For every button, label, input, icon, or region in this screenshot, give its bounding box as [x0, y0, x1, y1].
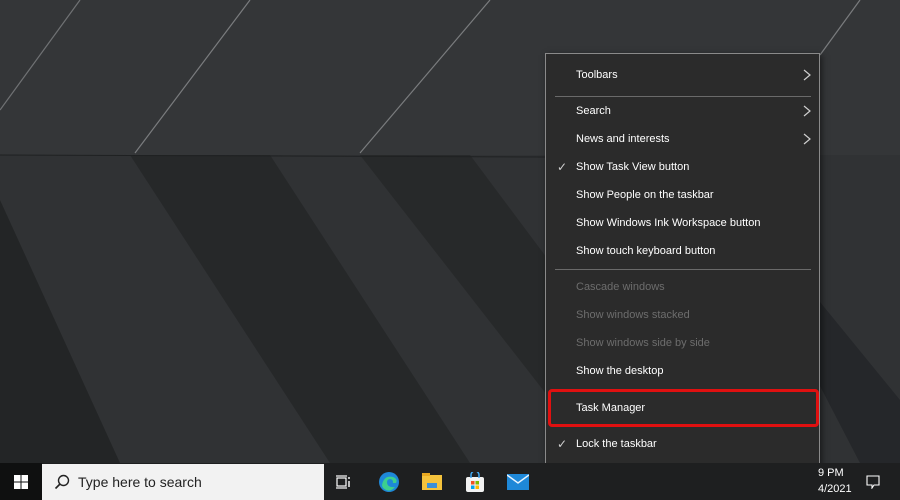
menu-item-show-touch-keyboard[interactable]: Show touch keyboard button	[546, 237, 819, 265]
chevron-right-icon	[803, 105, 811, 117]
menu-item-news-and-interests[interactable]: News and interests	[546, 125, 819, 153]
mail-icon	[507, 473, 529, 490]
clock-time: 9 PM	[818, 467, 844, 479]
menu-separator	[555, 269, 811, 270]
search-placeholder: Type here to search	[78, 474, 202, 490]
edge-icon	[379, 471, 399, 492]
action-center-button[interactable]	[858, 463, 888, 500]
menu-item-show-windows-ink[interactable]: Show Windows Ink Workspace button	[546, 209, 819, 237]
menu-item-show-people[interactable]: Show People on the taskbar	[546, 181, 819, 209]
taskbar: Type here to search 9 PM 4/2021	[0, 463, 900, 500]
checkmark-icon: ✓	[556, 437, 568, 451]
chevron-right-icon	[803, 69, 811, 81]
menu-item-label: Show Windows Ink Workspace button	[576, 217, 761, 229]
menu-item-lock-the-taskbar[interactable]: ✓ Lock the taskbar	[546, 430, 819, 458]
file-explorer-icon	[422, 472, 442, 490]
taskbar-context-menu: Toolbars Search News and interests ✓ Sho…	[545, 53, 820, 490]
menu-item-search[interactable]: Search	[546, 97, 819, 125]
search-icon	[54, 474, 70, 490]
edge-button[interactable]	[368, 463, 410, 500]
microsoft-store-icon	[466, 471, 484, 492]
menu-item-label: Show windows side by side	[576, 337, 710, 349]
menu-item-label: Cascade windows	[576, 281, 665, 293]
menu-item-label: Show touch keyboard button	[576, 245, 716, 257]
menu-item-label: Search	[576, 105, 611, 117]
menu-item-show-the-desktop[interactable]: Show the desktop	[546, 357, 819, 385]
menu-item-label: News and interests	[576, 133, 670, 145]
menu-item-show-windows-side-by-side: Show windows side by side	[546, 329, 819, 357]
taskbar-search-box[interactable]: Type here to search	[42, 464, 324, 500]
clock[interactable]: 9 PM 4/2021	[818, 465, 852, 497]
menu-item-label: Toolbars	[576, 69, 618, 81]
menu-item-show-windows-stacked: Show windows stacked	[546, 301, 819, 329]
menu-item-cascade-windows: Cascade windows	[546, 273, 819, 301]
mail-button[interactable]	[497, 463, 539, 500]
menu-item-label: Lock the taskbar	[576, 438, 657, 450]
microsoft-store-button[interactable]	[454, 463, 496, 500]
checkmark-icon: ✓	[556, 160, 568, 174]
windows-logo-icon	[14, 474, 28, 489]
task-view-icon	[336, 474, 350, 489]
task-view-button[interactable]	[323, 463, 365, 500]
menu-item-toolbars[interactable]: Toolbars	[546, 61, 819, 89]
chevron-right-icon	[803, 133, 811, 145]
menu-item-label: Show the desktop	[576, 365, 664, 377]
notification-icon	[866, 474, 880, 489]
task-manager-highlight	[548, 389, 819, 427]
menu-item-label: Show windows stacked	[576, 309, 690, 321]
menu-item-label: Show People on the taskbar	[576, 189, 714, 201]
clock-date: 4/2021	[818, 483, 852, 495]
menu-item-show-task-view-button[interactable]: ✓ Show Task View button	[546, 153, 819, 181]
menu-item-label: Show Task View button	[576, 161, 690, 173]
start-button[interactable]	[0, 463, 42, 500]
file-explorer-button[interactable]	[411, 463, 453, 500]
